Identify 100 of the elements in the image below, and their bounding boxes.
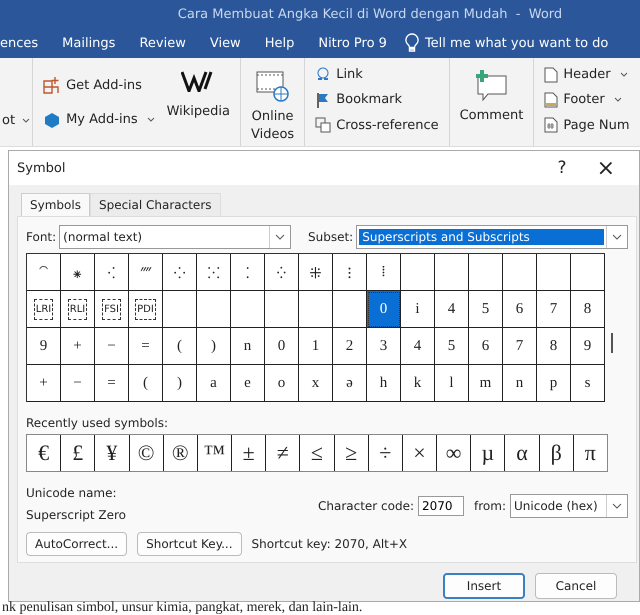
help-button[interactable]: ? xyxy=(552,156,573,180)
symbol-cell[interactable]: 4 xyxy=(401,328,435,365)
symbol-cell[interactable]: s xyxy=(571,365,605,402)
symbol-cell[interactable]: 6 xyxy=(469,328,503,365)
symbol-cell[interactable]: 0 xyxy=(265,328,299,365)
symbol-cell[interactable] xyxy=(537,254,571,291)
symbol-cell[interactable] xyxy=(265,291,299,328)
header-button[interactable]: Header xyxy=(544,64,628,86)
symbol-cell[interactable]: o xyxy=(265,365,299,402)
symbol-cell[interactable]: 7 xyxy=(503,328,537,365)
dialog-title: Symbol xyxy=(17,160,66,176)
symbol-cell[interactable] xyxy=(197,291,231,328)
symbol-cell[interactable]: ) xyxy=(197,328,231,365)
comment-button[interactable]: Comment xyxy=(460,64,524,123)
symbol-cell[interactable]: a xyxy=(197,365,231,402)
symbol-cell[interactable]: 0 xyxy=(367,291,401,328)
symbol-cell[interactable]: + xyxy=(27,365,61,402)
ribbon-button[interactable]: ot xyxy=(2,113,30,128)
bookmark-button[interactable]: Bookmark xyxy=(315,89,402,111)
symbol-cell[interactable] xyxy=(571,254,605,291)
symbol-cell[interactable]: ⁘ xyxy=(163,254,197,291)
symbol-cell[interactable]: 6 xyxy=(503,291,537,328)
symbol-cell[interactable]: l xyxy=(435,365,469,402)
symbol-cell[interactable] xyxy=(435,254,469,291)
symbol-cell[interactable]: i xyxy=(401,291,435,328)
symbol-cell[interactable]: 3 xyxy=(367,328,401,365)
wikipedia-button[interactable]: Wikipedia xyxy=(166,64,230,119)
symbol-cell[interactable]: ( xyxy=(163,328,197,365)
symbol-cell[interactable]: 9 xyxy=(27,328,61,365)
symbol-cell[interactable]: ⁝ xyxy=(333,254,367,291)
symbol-cell[interactable]: 1 xyxy=(299,328,333,365)
symbol-cell[interactable]: ⁀ xyxy=(27,254,61,291)
symbol-cell[interactable]: FSI xyxy=(95,291,129,328)
my-add-ins-button[interactable]: My Add-ins xyxy=(43,108,155,130)
symbol-cell[interactable] xyxy=(503,254,537,291)
from-label: from: xyxy=(474,499,506,513)
symbol-cell[interactable]: ⁗ xyxy=(129,254,163,291)
symbol-cell[interactable]: 8 xyxy=(571,291,605,328)
symbol-cell[interactable]: ( xyxy=(129,365,163,402)
symbol-cell[interactable]: 2 xyxy=(333,328,367,365)
symbol-cell[interactable]: PDI xyxy=(129,291,163,328)
symbol-cell[interactable]: ⁚ xyxy=(231,254,265,291)
symbol-cell[interactable]: h xyxy=(367,365,401,402)
symbol-cell[interactable]: ⁖ xyxy=(95,254,129,291)
symbol-cell[interactable]: ⁙ xyxy=(197,254,231,291)
recent-symbol[interactable]: π xyxy=(574,435,607,471)
from-dropdown[interactable]: Unicode (hex) xyxy=(510,494,628,518)
ribbon-tab[interactable]: Review xyxy=(127,36,198,50)
online-videos-button[interactable]: Online Videos xyxy=(251,64,294,144)
symbol-cell[interactable]: x xyxy=(299,365,333,402)
symbol-cell[interactable]: 8 xyxy=(537,328,571,365)
dialog-tab[interactable]: Special Characters xyxy=(90,193,220,216)
symbol-cell[interactable]: ⁕ xyxy=(61,254,95,291)
symbol-cell[interactable]: 5 xyxy=(469,291,503,328)
cross-reference-button[interactable]: Cross-reference xyxy=(315,114,439,136)
symbol-cell[interactable]: 5 xyxy=(435,328,469,365)
ribbon-tab[interactable]: Help xyxy=(252,36,306,50)
cancel-button[interactable]: Cancel xyxy=(535,573,617,599)
symbol-cell[interactable]: = xyxy=(95,365,129,402)
ribbon-tab[interactable]: ences xyxy=(0,36,50,50)
autocorrect-button[interactable]: AutoCorrect... xyxy=(26,532,128,556)
ribbon-tab[interactable]: Mailings xyxy=(50,36,128,50)
symbol-cell[interactable]: ə xyxy=(333,365,367,402)
ribbon-tab[interactable]: Nitro Pro 9 xyxy=(306,36,399,50)
insert-button[interactable]: Insert xyxy=(443,573,525,599)
symbol-cell[interactable]: m xyxy=(469,365,503,402)
symbol-cell[interactable]: 4 xyxy=(435,291,469,328)
get-add-ins-button[interactable]: Get Add-ins xyxy=(43,74,155,96)
symbol-cell[interactable] xyxy=(163,291,197,328)
symbol-cell[interactable]: RLI xyxy=(61,291,95,328)
symbol-cell[interactable]: − xyxy=(61,365,95,402)
symbol-cell[interactable]: n xyxy=(503,365,537,402)
symbol-cell[interactable]: LRI xyxy=(27,291,61,328)
symbol-cell[interactable] xyxy=(231,291,265,328)
symbol-cell[interactable]: e xyxy=(231,365,265,402)
symbol-cell[interactable]: ) xyxy=(163,365,197,402)
symbol-cell[interactable] xyxy=(299,291,333,328)
shortcut-key-button[interactable]: Shortcut Key... xyxy=(137,532,242,556)
ribbon-tab[interactable]: View xyxy=(198,36,253,50)
page-number-button[interactable]: Page Num xyxy=(544,114,630,136)
symbol-cell[interactable]: = xyxy=(129,328,163,365)
character-code-field[interactable]: 2070 xyxy=(418,496,464,516)
symbol-cell[interactable] xyxy=(469,254,503,291)
symbol-cell[interactable]: n xyxy=(231,328,265,365)
font-dropdown[interactable]: (normal text) xyxy=(59,225,291,249)
symbol-cell[interactable] xyxy=(401,254,435,291)
symbol-cell[interactable]: p xyxy=(537,365,571,402)
close-button[interactable]: × xyxy=(590,156,621,180)
symbol-cell[interactable]: k xyxy=(401,365,435,402)
symbol-cell[interactable]: 9 xyxy=(571,328,605,365)
symbol-cell[interactable]: + xyxy=(61,328,95,365)
link-button[interactable]: Link xyxy=(315,64,363,86)
symbol-cell[interactable]: 7 xyxy=(537,291,571,328)
symbol-cell[interactable]: ⁜ xyxy=(299,254,333,291)
symbol-cell[interactable]: − xyxy=(95,328,129,365)
tell-me-field[interactable]: Tell me what you want to do xyxy=(412,36,620,50)
symbol-cell[interactable]: ⁛ xyxy=(265,254,299,291)
subset-dropdown[interactable]: Superscripts and Subscripts xyxy=(356,225,628,249)
dialog-tab[interactable]: Symbols xyxy=(21,193,90,216)
footer-button[interactable]: Footer xyxy=(544,89,622,111)
